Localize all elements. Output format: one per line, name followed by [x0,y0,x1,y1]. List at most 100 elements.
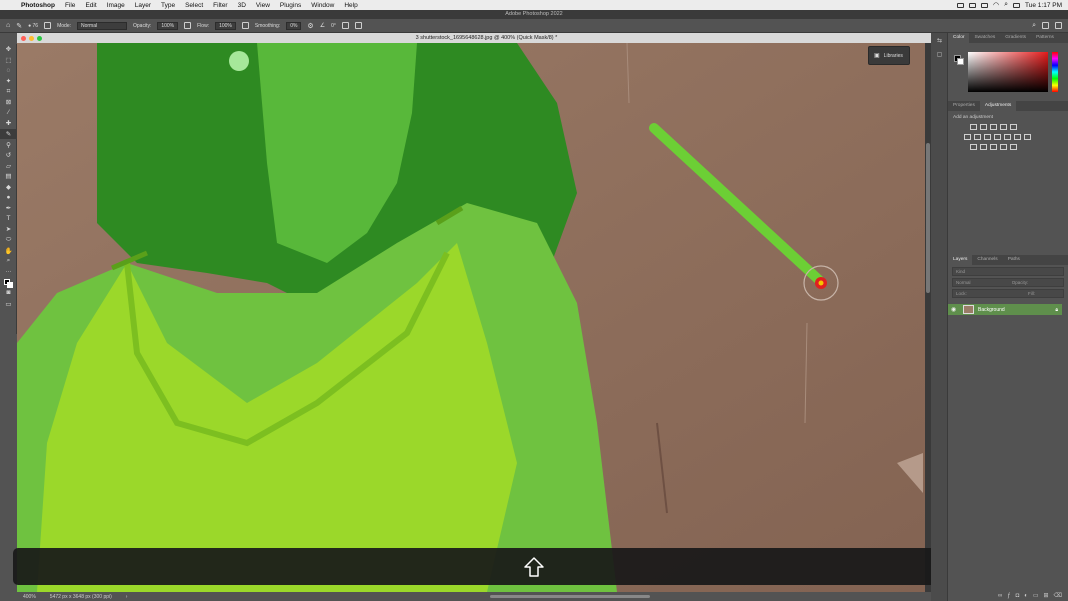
menu-help[interactable]: Help [339,2,362,9]
invert-icon[interactable] [1024,134,1031,140]
add-mask-icon[interactable]: ◘ [1016,593,1020,599]
close-icon[interactable] [21,35,26,41]
tab-swatches[interactable]: Swatches [969,33,1000,43]
menu-select[interactable]: Select [180,2,208,9]
black-white-icon[interactable] [984,134,991,140]
tab-patterns[interactable]: Patterns [1031,33,1059,43]
color-balance-icon[interactable] [974,134,981,140]
opacity-field[interactable]: 100% [157,21,179,30]
search-icon[interactable]: ⌕ [1032,22,1036,30]
lock-icon[interactable]: 🔒︎ [1055,307,1062,313]
link-layers-icon[interactable]: ∞ [998,593,1002,599]
photo-filter-icon[interactable] [994,134,1001,140]
layer-name[interactable]: Background [978,307,1005,313]
layer-kind-filter[interactable]: Kind [952,267,1064,276]
curves-icon[interactable] [990,124,997,130]
hand-tool-icon[interactable]: ✋ [0,245,17,256]
menubar-clock[interactable]: Tue 1:17 PM [1025,2,1062,9]
gradient-tool-icon[interactable]: ▤ [0,171,17,182]
menu-3d[interactable]: 3D [233,2,251,9]
gear-icon[interactable]: ⚙ [307,22,313,30]
libraries-button[interactable]: ▣ Libraries [868,46,910,65]
tab-gradients[interactable]: Gradients [1000,33,1031,43]
pressure-size-icon[interactable] [341,22,349,29]
marquee-tool-icon[interactable]: ⬚ [0,55,17,66]
menu-type[interactable]: Type [156,2,180,9]
quick-mask-icon[interactable]: ◙ [0,288,17,299]
tab-color[interactable]: Color [948,33,970,43]
home-icon[interactable]: ⌂ [6,22,10,29]
tab-paths[interactable]: Paths [1003,255,1025,265]
shape-tool-icon[interactable]: ⬭ [0,235,17,246]
brush-size-preview[interactable]: ● 76 [28,23,38,29]
menu-layer[interactable]: Layer [130,2,156,9]
pressure-opacity-icon[interactable] [184,22,192,29]
menu-file[interactable]: File [60,2,80,9]
gradient-map-icon[interactable] [990,144,997,150]
channel-mixer-icon[interactable] [1004,134,1011,140]
screen-icon[interactable] [956,2,964,8]
wifi-icon[interactable]: ◠ [993,1,999,9]
new-adjustment-icon[interactable]: ◐ [1024,593,1028,599]
control-center-icon[interactable] [1013,2,1021,8]
vibrance-icon[interactable] [1010,124,1017,130]
screen-mode-icon[interactable]: ▭ [0,298,17,309]
crop-tool-icon[interactable]: ⌗ [0,86,17,97]
history-brush-tool-icon[interactable]: ↺ [0,150,17,161]
vertical-scroll-thumb[interactable] [926,143,930,293]
document-tab[interactable]: 3 shutterstock_1695648628.jpg @ 400% (Qu… [17,33,931,43]
symmetry-icon[interactable] [354,22,362,29]
flow-field[interactable]: 100% [215,21,236,30]
angle-value[interactable]: 0° [331,23,336,29]
path-selection-tool-icon[interactable]: ➤ [0,224,17,235]
minimize-icon[interactable] [29,35,34,41]
color-swatches-icon[interactable] [0,277,17,288]
brush-settings-icon[interactable] [44,22,52,29]
hue-slider[interactable] [1052,52,1058,92]
menu-filter[interactable]: Filter [208,2,232,9]
eyedropper-tool-icon[interactable]: ⁄ [0,108,17,119]
brush-tool-icon[interactable]: ✎ [16,22,22,30]
search-icon[interactable]: ⌕ [1004,1,1008,9]
selective-color-icon[interactable] [1000,144,1007,150]
frame-tool-icon[interactable]: ⊠ [0,97,17,108]
menu-app-name[interactable]: Photoshop [16,2,60,9]
more-tools-icon[interactable]: ··· [0,266,17,277]
lasso-tool-icon[interactable]: ◌ [0,65,17,76]
menu-edit[interactable]: Edit [80,2,101,9]
smoothing-field[interactable]: 0% [286,21,302,30]
document-canvas[interactable] [17,43,925,592]
tab-channels[interactable]: Channels [972,255,1002,265]
tab-layers[interactable]: Layers [948,255,973,265]
status-menu-icon[interactable]: › [126,594,128,600]
hue-saturation-icon[interactable] [964,134,971,140]
tab-properties[interactable]: Properties [948,101,980,111]
share-icon[interactable] [1055,21,1062,29]
trash-icon[interactable]: ⌫ [1054,592,1062,599]
threshold-icon[interactable] [980,144,987,150]
color-picker-field[interactable] [968,52,1048,92]
eye-icon[interactable]: ◉ [951,306,959,313]
brightness-icon[interactable] [970,124,977,130]
healing-brush-tool-icon[interactable]: ✚ [0,118,17,129]
move-tool-icon[interactable]: ✥ [0,44,17,55]
eraser-tool-icon[interactable]: ▱ [0,161,17,172]
tab-adjustments[interactable]: Adjustments [979,101,1017,111]
document-info[interactable]: 5472 px x 3648 px (300 ppi) [50,594,112,600]
workspace-icon[interactable] [1042,21,1049,29]
zoom-tool-icon[interactable]: ⌕ [0,256,17,267]
dodge-tool-icon[interactable]: ● [0,192,17,203]
new-group-icon[interactable]: ▭ [1033,592,1039,599]
video-icon[interactable] [968,2,976,8]
color-lookup-icon[interactable] [1014,134,1021,140]
magic-wand-tool-icon[interactable]: ✦ [0,76,17,87]
clone-stamp-tool-icon[interactable]: ⚲ [0,139,17,150]
menu-image[interactable]: Image [102,2,130,9]
layer-row-background[interactable]: ◉ Background 🔒︎ [948,304,1062,315]
angle-icon[interactable]: ∠ [320,22,325,29]
background-color-swatch[interactable] [957,58,964,65]
mode-select[interactable]: Normal [77,21,127,30]
fx-icon[interactable]: ƒ [1007,593,1010,599]
menu-window[interactable]: Window [306,2,339,9]
brush-tool-icon[interactable]: ✎ [0,128,17,140]
